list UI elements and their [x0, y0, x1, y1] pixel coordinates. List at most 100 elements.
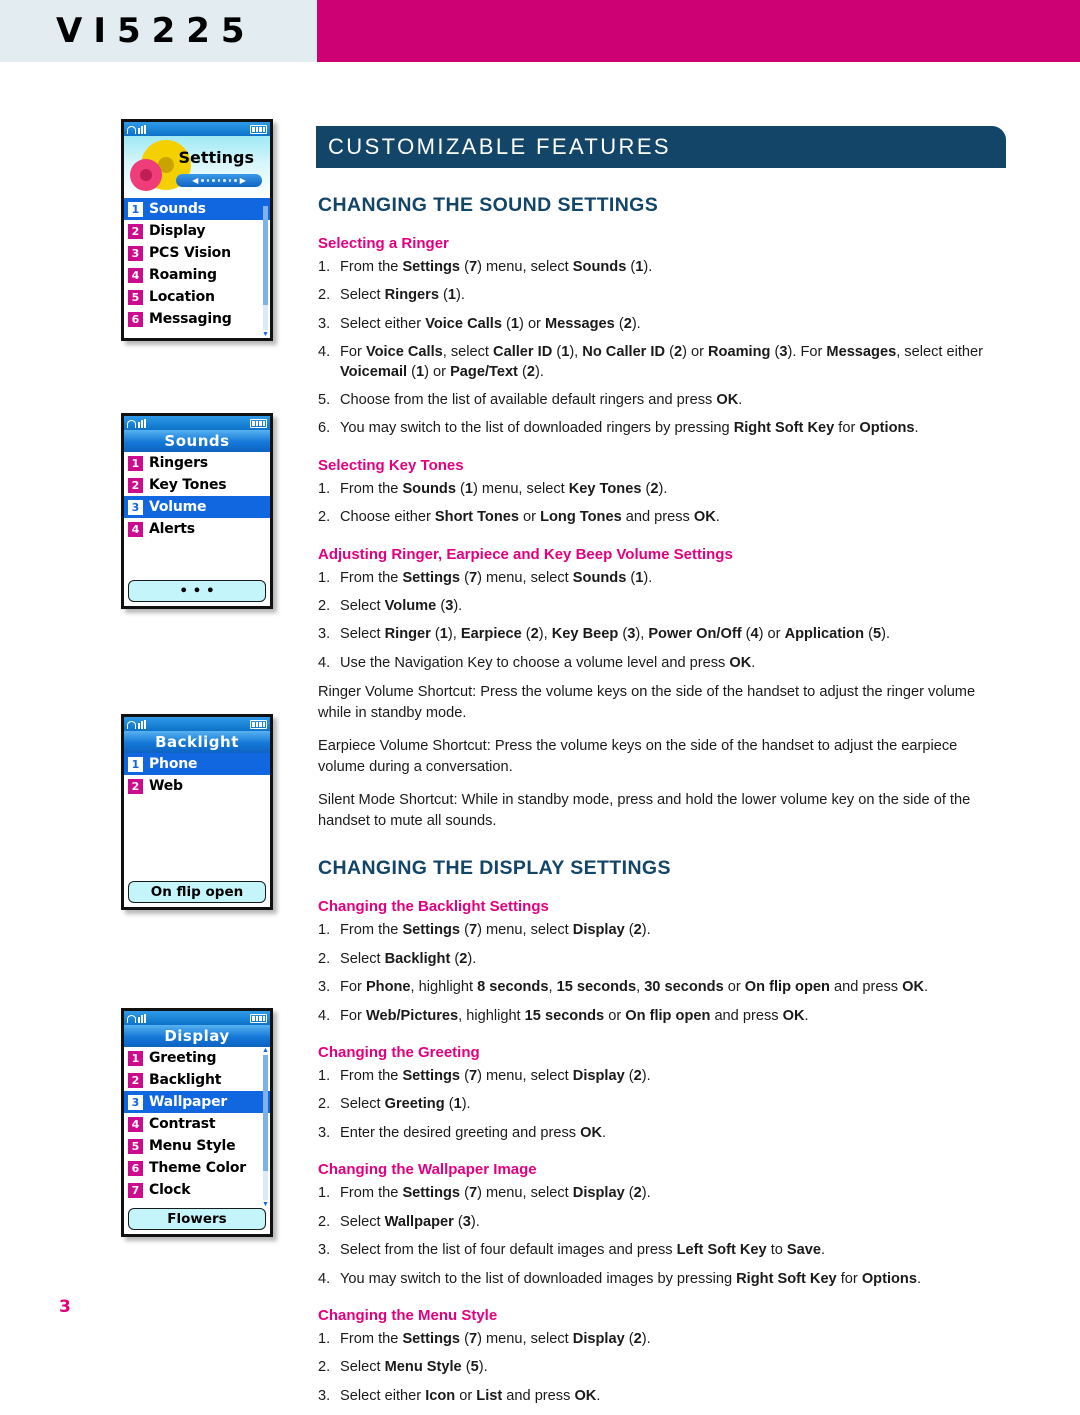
main-content: CUSTOMIZABLE FEATURES CHANGING THE SOUND…: [316, 126, 1006, 1415]
step-item: 2. Select Ringers (1).: [318, 286, 1006, 305]
phone-menu-item-web[interactable]: 2 Web: [124, 775, 270, 797]
step-number: 4.: [318, 1007, 331, 1024]
step-item: 3. Select from the list of four default i…: [318, 1241, 1006, 1260]
signal-icon: [127, 719, 149, 729]
menu-number-badge: 6: [128, 311, 143, 327]
menu-item-label: Location: [149, 289, 215, 305]
battery-icon: [250, 719, 267, 729]
scroll-down-icon[interactable]: ▼: [262, 331, 269, 338]
menu-number-badge: 1: [128, 201, 143, 217]
step-item: 3. Select Ringer (1), Earpiece (2), Key B…: [318, 625, 1006, 644]
phone-menu-item-wallpaper[interactable]: 3 Wallpaper: [124, 1091, 270, 1113]
scroll-track[interactable]: [263, 1055, 268, 1200]
chevron-left-icon: ◀: [192, 175, 199, 185]
phone-screen-backlight: Backlight 1 Phone 2 Web On flip open: [121, 714, 273, 910]
page-header: VI5225: [0, 0, 1080, 62]
signal-icon: [127, 418, 149, 428]
menu-number-badge: 4: [128, 521, 143, 537]
scroll-track[interactable]: [263, 206, 268, 330]
step-number: 3.: [318, 626, 331, 643]
step-item: 4. You may switch to the list of download…: [318, 1270, 1006, 1289]
phone-menu-item-messaging[interactable]: 6 Messaging: [124, 308, 270, 330]
step-number: 1.: [318, 1185, 331, 1202]
menu-item-label: PCS Vision: [149, 245, 231, 261]
step-item: 4. Use the Navigation Key to choose a vol…: [318, 654, 1006, 673]
step-number: 3.: [318, 1242, 331, 1259]
menu-item-label: Roaming: [149, 267, 217, 283]
step-number: 1.: [318, 259, 331, 275]
phone-menu-item-volume[interactable]: 3 Volume: [124, 496, 270, 518]
signal-icon: [127, 124, 149, 134]
phone-menu-item-phone[interactable]: 1 Phone: [124, 753, 270, 775]
subsection-heading: Changing the Menu Style: [318, 1306, 498, 1324]
menu-item-label: Contrast: [149, 1116, 216, 1132]
step-list: 1. From the Settings (7) menu, select Sou…: [318, 258, 1006, 439]
step-item: 2. Select Greeting (1).: [318, 1095, 1006, 1114]
menu-number-badge: 4: [128, 267, 143, 283]
step-item: 1. From the Settings (7) menu, select Dis…: [318, 1184, 1006, 1203]
menu-item-label: Alerts: [149, 521, 195, 537]
menu-number-badge: 6: [128, 1160, 143, 1176]
step-item: 1. From the Sounds (1) menu, select Key T…: [318, 480, 1006, 499]
phone-menu-item-ringers[interactable]: 1 Ringers: [124, 452, 270, 474]
phone-menu-item-greeting[interactable]: 1 Greeting: [124, 1047, 270, 1069]
sections-container: CHANGING THE SOUND SETTINGS Selecting a R…: [316, 194, 1006, 1406]
section-heading: CHANGING THE SOUND SETTINGS: [318, 194, 659, 216]
menu-item-label: Sounds: [149, 201, 206, 217]
step-item: 1. From the Settings (7) menu, select Sou…: [318, 258, 1006, 277]
step-number: 3.: [318, 1387, 331, 1404]
phone-scrollbar[interactable]: ▲ ▼: [262, 198, 269, 338]
phone-menu-item-backlight[interactable]: 2 Backlight: [124, 1069, 270, 1091]
step-item: 5. Choose from the list of available defa…: [318, 391, 1006, 410]
menu-number-badge: 1: [128, 756, 143, 772]
phone-status-bar: [124, 416, 270, 430]
phone-scrollbar[interactable]: ▲ ▼: [262, 1047, 269, 1208]
step-number: 3.: [318, 315, 331, 332]
phone-menu-item-alerts[interactable]: 4 Alerts: [124, 518, 270, 540]
step-number: 1.: [318, 569, 331, 586]
signal-icon: [127, 1013, 149, 1023]
menu-item-label: Volume: [149, 499, 207, 515]
step-list: 1. From the Settings (7) menu, select Dis…: [318, 921, 1006, 1026]
step-item: 1. From the Settings (7) menu, select Dis…: [318, 921, 1006, 940]
menu-item-label: Clock: [149, 1182, 191, 1198]
step-item: 4. For Voice Calls, select Caller ID (1),…: [318, 344, 983, 380]
step-list: 1. From the Sounds (1) menu, select Key T…: [318, 480, 1006, 528]
scroll-up-icon[interactable]: ▲: [262, 198, 269, 205]
menu-item-label: Display: [149, 223, 206, 239]
scroll-down-icon[interactable]: ▼: [262, 1201, 269, 1208]
subsection-heading: Adjusting Ringer, Earpiece and Key Beep …: [318, 545, 733, 563]
note-paragraph: Ringer Volume Shortcut: Press the volume…: [318, 684, 976, 722]
phone-menu-item-display[interactable]: 2 Display: [124, 220, 270, 242]
phone-softkey-bar[interactable]: Flowers: [128, 1208, 266, 1230]
step-item: 6. You may switch to the list of download…: [318, 419, 1006, 438]
phone-softkey-bar[interactable]: • • •: [128, 580, 266, 602]
menu-number-badge: 1: [128, 1050, 143, 1066]
phone-menu-item-theme-color[interactable]: 6 Theme Color: [124, 1157, 270, 1179]
menu-number-badge: 3: [128, 499, 143, 515]
menu-number-badge: 2: [128, 1072, 143, 1088]
menu-pager[interactable]: ◀ ▶: [176, 174, 262, 187]
step-list: 1. From the Settings (7) menu, select Dis…: [318, 1184, 1006, 1289]
step-number: 1.: [318, 1330, 331, 1347]
phone-menu-item-clock[interactable]: 7 Clock: [124, 1179, 270, 1201]
scroll-up-icon[interactable]: ▲: [262, 1047, 269, 1054]
step-item: 2. Select Backlight (2).: [318, 950, 1006, 969]
step-item: 2. Choose either Short Tones or Long Tone…: [318, 508, 1006, 527]
phone-screen-title: Sounds: [124, 430, 270, 452]
phone-menu-item-roaming[interactable]: 4 Roaming: [124, 264, 270, 286]
phone-menu-item-pcs-vision[interactable]: 3 PCS Vision: [124, 242, 270, 264]
phone-menu-item-menu-style[interactable]: 5 Menu Style: [124, 1135, 270, 1157]
phone-screen-settings: Settings ◀ ▶ 1 Sounds 2 Display 3 PCS Vision 4 Roa…: [121, 119, 273, 341]
phone-menu-item-location[interactable]: 5 Location: [124, 286, 270, 308]
menu-item-label: Greeting: [149, 1050, 217, 1066]
step-number: 3.: [318, 1124, 331, 1141]
phone-menu-item-sounds[interactable]: 1 Sounds: [124, 198, 270, 220]
phone-menu-item-contrast[interactable]: 4 Contrast: [124, 1113, 270, 1135]
step-list: 1. From the Settings (7) menu, select Dis…: [318, 1330, 1006, 1406]
phone-menu-item-key-tones[interactable]: 2 Key Tones: [124, 474, 270, 496]
phone-softkey-bar[interactable]: On flip open: [128, 881, 266, 903]
step-list: 1. From the Settings (7) menu, select Sou…: [318, 569, 1006, 674]
model-name: VI5225: [56, 11, 256, 51]
step-item: 2. Select Wallpaper (3).: [318, 1213, 1006, 1232]
